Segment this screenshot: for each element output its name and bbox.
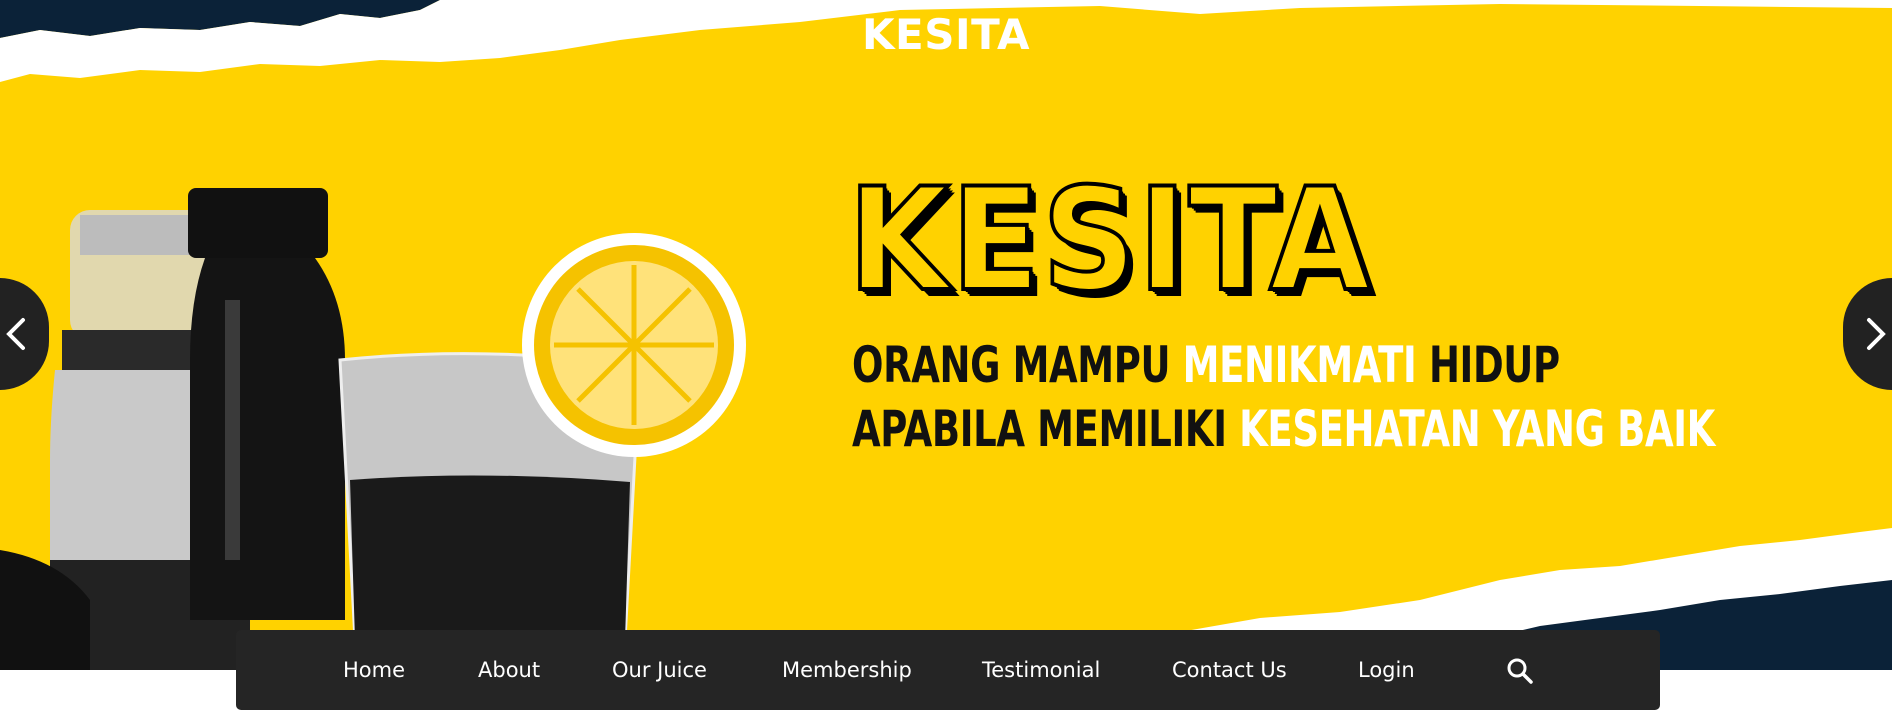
chevron-right-icon (1867, 318, 1886, 350)
tagline-highlight-text: KESEHATAN YANG BAIK (1239, 400, 1715, 458)
nav-testimonial[interactable]: Testimonial (982, 630, 1100, 710)
tagline-text: APABILA MEMILIKI (852, 400, 1240, 458)
nav-login[interactable]: Login (1358, 630, 1415, 710)
tagline-highlight-text: MENIKMATI (1182, 336, 1417, 394)
chevron-left-icon (6, 318, 25, 350)
search-button[interactable] (1506, 657, 1534, 685)
hero-background (0, 0, 1892, 670)
hero-brand-headline: KESITA (846, 158, 1373, 323)
nav-contact-us[interactable]: Contact Us (1172, 630, 1287, 710)
main-navigation: Home About Our Juice Membership Testimon… (236, 630, 1660, 710)
search-icon (1507, 658, 1533, 684)
nav-our-juice[interactable]: Our Juice (612, 630, 707, 710)
nav-about[interactable]: About (478, 630, 540, 710)
product-illustration (0, 188, 746, 670)
hero-tagline-line-1: ORANG MAMPU MENIKMATI HIDUP (852, 340, 1560, 390)
hero-banner: KESITA KESITA ORANG MAMPU MENIKMATI HIDU… (0, 0, 1892, 670)
site-title[interactable]: KESITA (0, 10, 1892, 59)
nav-home[interactable]: Home (343, 630, 405, 710)
tagline-text: ORANG MAMPU (852, 336, 1183, 394)
nav-membership[interactable]: Membership (782, 630, 912, 710)
tagline-text: HIDUP (1416, 336, 1560, 394)
hero-tagline-line-2: APABILA MEMILIKI KESEHATAN YANG BAIK (852, 404, 1715, 454)
